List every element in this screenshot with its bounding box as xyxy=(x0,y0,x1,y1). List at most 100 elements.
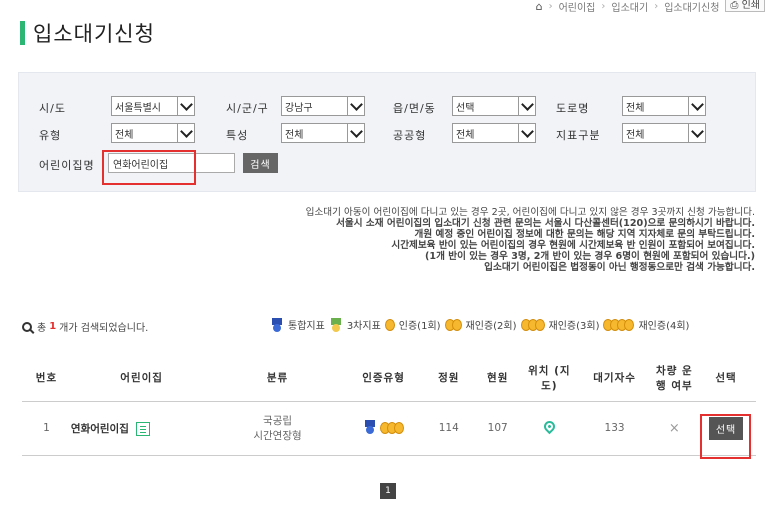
public-value: 전체 xyxy=(456,129,475,141)
header-waiting: 대기자수 xyxy=(576,355,653,402)
result-suffix: 개가 검색되었습니다. xyxy=(59,323,149,334)
chevron-down-icon xyxy=(518,124,535,142)
breadcrumb-item[interactable]: 어린이집 xyxy=(559,0,596,14)
type-label: 유형 xyxy=(39,129,62,142)
pagination-page[interactable]: 1 xyxy=(380,483,396,499)
highlight-frame xyxy=(700,414,751,459)
home-icon[interactable]: ⌂ xyxy=(536,0,543,13)
chevron-down-icon xyxy=(347,97,364,115)
notice-line: 개원 예정 중인 어린이집 정보에 대한 문의는 해당 지역 지자체로 문의 부… xyxy=(414,229,755,240)
header-name: 어린이집 xyxy=(70,355,213,402)
search-icon xyxy=(22,321,32,332)
road-select[interactable]: 전체 xyxy=(622,96,706,116)
header-no: 번호 xyxy=(22,355,71,402)
type-select[interactable]: 전체 xyxy=(111,123,195,143)
category-line1: 국공립 xyxy=(263,415,293,427)
notice-line: 입소대기 아동이 어린이집에 다니고 있는 경우 2곳, 어린이집에 다니고 있… xyxy=(305,207,755,218)
chevron-down-icon xyxy=(688,124,705,142)
header-capacity: 정원 xyxy=(424,355,474,402)
center-name-link[interactable]: 연화어린이집 xyxy=(71,423,129,435)
breadcrumb: ⌂ › 어린이집 › 입소대기 › 입소대기신청 ⎙ 인쇄 xyxy=(536,0,765,14)
result-prefix: 총 xyxy=(37,323,47,334)
document-icon[interactable] xyxy=(135,421,150,436)
road-value: 전체 xyxy=(626,102,645,114)
cell-category: 국공립 시간연장형 xyxy=(212,401,343,456)
third-medal-icon xyxy=(329,317,343,332)
result-count: 총 1 개가 검색되었습니다. xyxy=(22,319,148,334)
category-line2: 시간연장형 xyxy=(253,430,302,442)
index-select[interactable]: 전체 xyxy=(622,123,706,143)
page-title-text: 입소대기신청 xyxy=(33,22,155,46)
table-row: 1 연화어린이집 국공립 시간연장형 114 107 133 × 선택 xyxy=(22,401,756,456)
print-icon: ⎙ xyxy=(730,0,739,11)
chevron-down-icon xyxy=(688,97,705,115)
notice-line: (1개 반이 있는 경우 3명, 2개 반이 있는 경우 6명이 현원에 포함되… xyxy=(425,251,755,262)
legend-cert2: 재인증(2회) xyxy=(465,321,517,332)
map-pin-icon[interactable] xyxy=(541,418,558,435)
notice-line: 서울시 소재 어린이집의 입소대기 신청 관련 문의는 서울시 다산콜센터(12… xyxy=(336,218,755,229)
name-label: 어린이집명 xyxy=(39,159,95,172)
eup-label: 읍/면/동 xyxy=(393,102,436,115)
cert2-coin-icon xyxy=(444,318,462,331)
feature-label: 특성 xyxy=(226,129,249,142)
cert1-coin-icon xyxy=(384,318,395,331)
header-cert: 인증유형 xyxy=(342,355,425,402)
legend-cert3: 재인증(3회) xyxy=(548,321,600,332)
index-value: 전체 xyxy=(626,129,645,141)
integrated-medal-icon xyxy=(270,317,284,332)
chevron-down-icon xyxy=(177,124,194,142)
sido-select[interactable]: 서울특별시 xyxy=(111,96,195,116)
notice-text: 입소대기 아동이 어린이집에 다니고 있는 경우 2곳, 어린이집에 다니고 있… xyxy=(195,207,755,273)
cell-vehicle: × xyxy=(652,401,697,456)
result-number: 1 xyxy=(49,321,57,332)
search-button[interactable]: 검색 xyxy=(243,153,278,173)
feature-value: 전체 xyxy=(285,129,304,141)
vehicle-none-mark: × xyxy=(668,420,680,436)
public-select[interactable]: 전체 xyxy=(452,123,536,143)
cell-waiting: 133 xyxy=(576,401,653,456)
breadcrumb-separator: › xyxy=(654,0,659,12)
index-label: 지표구분 xyxy=(556,129,601,142)
road-label: 도로명 xyxy=(556,102,590,115)
header-location: 위치 (지도) xyxy=(522,355,577,402)
sido-value: 서울특별시 xyxy=(115,102,161,114)
header-category: 분류 xyxy=(212,355,343,402)
cert3-coin-icon xyxy=(380,421,405,434)
public-label: 공공형 xyxy=(393,129,427,142)
integrated-medal-icon xyxy=(363,419,377,434)
breadcrumb-item[interactable]: 입소대기 xyxy=(611,0,648,14)
notice-line: 입소대기 어린이집은 법정동이 아닌 행정동으로만 검색 가능합니다. xyxy=(484,262,755,273)
breadcrumb-item[interactable]: 입소대기신청 xyxy=(664,0,719,14)
legend-cert1: 인증(1회) xyxy=(398,321,441,332)
header-current: 현원 xyxy=(473,355,523,402)
cert4-coin-icon xyxy=(603,318,635,331)
cert3-coin-icon xyxy=(520,318,545,331)
cell-cert xyxy=(342,401,425,456)
cell-no: 1 xyxy=(22,401,71,456)
sigungu-label: 시/군/구 xyxy=(226,102,269,115)
chevron-down-icon xyxy=(518,97,535,115)
page-title: 입소대기신청 xyxy=(20,18,155,48)
breadcrumb-separator: › xyxy=(601,0,606,12)
eup-select[interactable]: 선택 xyxy=(452,96,536,116)
certification-legend: 통합지표 3차지표 인증(1회) 재인증(2회) 재인증(3회) 재인증(4회) xyxy=(270,317,689,332)
cell-capacity: 114 xyxy=(424,401,474,456)
notice-line: 시간제보육 반이 있는 어린이집의 경우 현원에 시간제보육 반 인원이 포함되… xyxy=(391,240,755,251)
breadcrumb-separator: › xyxy=(548,0,553,12)
cell-current: 107 xyxy=(473,401,523,456)
feature-select[interactable]: 전체 xyxy=(281,123,365,143)
title-accent-bar xyxy=(20,21,25,45)
type-value: 전체 xyxy=(115,129,134,141)
legend-cert4: 재인증(4회) xyxy=(638,321,690,332)
print-button[interactable]: ⎙ 인쇄 xyxy=(725,0,765,12)
sigungu-select[interactable]: 강남구 xyxy=(281,96,365,116)
eup-value: 선택 xyxy=(456,102,475,114)
chevron-down-icon xyxy=(177,97,194,115)
highlight-frame xyxy=(102,150,196,185)
cell-name: 연화어린이집 xyxy=(70,401,213,456)
sigungu-value: 강남구 xyxy=(285,102,313,114)
print-label: 인쇄 xyxy=(741,0,760,11)
header-vehicle: 차량 운행 여부 xyxy=(652,355,697,402)
cell-location xyxy=(522,401,577,456)
header-select: 선택 xyxy=(696,355,756,402)
